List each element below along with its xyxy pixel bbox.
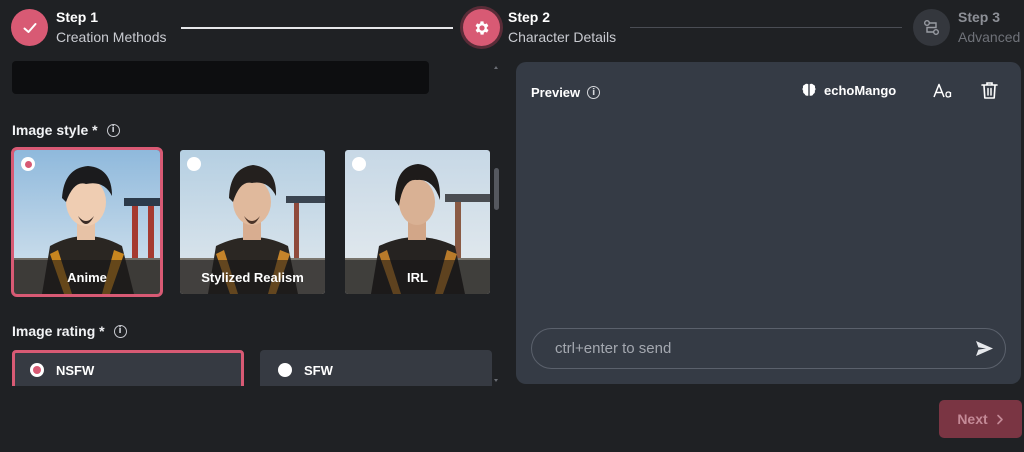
next-button-label: Next bbox=[957, 411, 988, 427]
creation-stepper: Step 1 Creation Methods Step 2 Character… bbox=[0, 0, 1024, 56]
step-3-title: Step 3 bbox=[958, 9, 1001, 25]
rating-sfw-radio[interactable] bbox=[278, 363, 292, 377]
style-stylized-realism-radio[interactable] bbox=[187, 157, 201, 171]
form-scrollbar[interactable] bbox=[490, 56, 502, 386]
image-style-label: Image style * bbox=[12, 122, 98, 138]
model-name: echoMango bbox=[824, 82, 897, 98]
step-connector-completed bbox=[181, 27, 453, 29]
text-field-partial[interactable] bbox=[12, 61, 429, 94]
rating-option-nsfw[interactable]: NSFW bbox=[12, 350, 244, 386]
image-rating-heading: Image rating * i bbox=[12, 323, 127, 339]
preview-title: Preview bbox=[531, 85, 581, 100]
info-icon[interactable]: i bbox=[106, 123, 120, 137]
chat-input-box[interactable] bbox=[531, 328, 1006, 369]
style-irl-label: IRL bbox=[345, 260, 490, 294]
step-1-title: Step 1 bbox=[56, 9, 99, 25]
image-rating-label: Image rating * bbox=[12, 323, 105, 339]
rating-nsfw-radio[interactable] bbox=[30, 363, 44, 377]
preview-panel: Preview i echoMango bbox=[516, 62, 1021, 384]
step-2-title: Step 2 bbox=[508, 9, 551, 25]
rating-option-sfw[interactable]: SFW bbox=[260, 350, 492, 386]
character-details-form: Image style * i Anime Stylized Realism I… bbox=[0, 56, 505, 386]
gear-icon bbox=[475, 20, 489, 35]
trash-icon bbox=[981, 82, 998, 99]
style-option-stylized-realism[interactable]: Stylized Realism bbox=[180, 150, 325, 294]
step-1-circle bbox=[11, 9, 48, 46]
font-size-button[interactable] bbox=[933, 82, 953, 105]
info-icon[interactable]: i bbox=[587, 86, 601, 99]
step-2[interactable]: Step 2 Character Details bbox=[463, 9, 616, 46]
scrollbar-thumb[interactable] bbox=[494, 168, 499, 210]
preview-heading: Preview i bbox=[531, 85, 601, 100]
clear-chat-button[interactable] bbox=[981, 81, 998, 105]
step-1[interactable]: Step 1 Creation Methods bbox=[11, 9, 167, 46]
info-icon[interactable]: i bbox=[113, 324, 127, 338]
send-button[interactable] bbox=[975, 340, 994, 362]
step-3-subtitle: Advanced bbox=[958, 28, 1021, 45]
image-style-heading: Image style * i bbox=[12, 122, 120, 138]
scroll-up-arrow-icon[interactable] bbox=[494, 66, 498, 69]
rating-sfw-label: SFW bbox=[304, 362, 333, 378]
style-anime-radio[interactable] bbox=[21, 157, 35, 171]
chevron-right-icon bbox=[996, 414, 1003, 424]
font-size-icon bbox=[933, 83, 952, 98]
style-option-anime[interactable]: Anime bbox=[11, 147, 163, 297]
check-icon bbox=[23, 22, 36, 33]
scroll-down-arrow-icon[interactable] bbox=[494, 379, 498, 382]
chat-message-input[interactable] bbox=[555, 340, 955, 357]
step-3[interactable]: Step 3 Advanced bbox=[913, 9, 1020, 46]
step-3-circle bbox=[913, 9, 950, 46]
style-stylized-realism-label: Stylized Realism bbox=[180, 260, 325, 294]
style-option-irl[interactable]: IRL bbox=[345, 150, 490, 294]
brain-icon bbox=[802, 83, 816, 96]
model-selector[interactable]: echoMango bbox=[801, 82, 896, 98]
next-button[interactable]: Next bbox=[939, 400, 1022, 438]
step-1-subtitle: Creation Methods bbox=[56, 28, 167, 45]
flow-icon bbox=[924, 20, 939, 35]
style-irl-radio[interactable] bbox=[352, 157, 366, 171]
rating-nsfw-label: NSFW bbox=[56, 362, 95, 378]
step-2-subtitle: Character Details bbox=[508, 28, 617, 45]
step-2-circle bbox=[463, 9, 500, 46]
send-icon bbox=[976, 341, 993, 356]
style-anime-label: Anime bbox=[14, 260, 160, 294]
step-connector-pending bbox=[630, 27, 902, 28]
